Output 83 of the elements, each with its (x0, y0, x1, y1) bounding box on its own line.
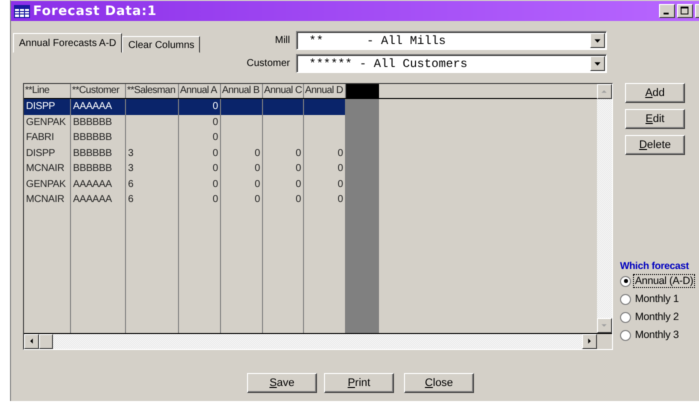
table-cell: 0 (254, 148, 260, 158)
table-row[interactable]: FABRI BBBBBB 0 (24, 130, 346, 146)
scroll-thumb[interactable] (39, 334, 53, 349)
table-cell: 0 (254, 194, 260, 205)
print-button[interactable]: Print (324, 373, 394, 393)
table-cell: DISPP (26, 101, 56, 112)
table-cell: BBBBBB (73, 132, 112, 143)
table-row[interactable]: GENPAK AAAAAA 6 0 0 0 0 (24, 176, 346, 192)
radio-button[interactable] (620, 294, 631, 304)
table-cell: 0 (338, 194, 343, 205)
table-cell: 6 (128, 178, 134, 190)
maximize-icon[interactable] (677, 4, 693, 18)
scroll-right-icon[interactable] (582, 334, 597, 349)
add-button[interactable]: Add (625, 83, 685, 103)
table-cell: 0 (296, 148, 301, 158)
table-row[interactable]: MCNAIR AAAAAA 6 0 0 0 0 (24, 192, 346, 208)
table-cell: 0 (212, 148, 218, 158)
column-header[interactable]: Annual A (179, 84, 221, 98)
table-cell: 0 (338, 148, 343, 158)
table-cell: BBBBBB (73, 116, 112, 128)
table-cell: 0 (254, 178, 260, 190)
table-icon (14, 4, 30, 18)
table-cell: 6 (128, 194, 134, 205)
table-cell: 3 (128, 148, 134, 158)
table-row[interactable]: DISPP AAAAAA 0 (24, 99, 346, 114)
table-cell: GENPAK (26, 116, 66, 128)
horizontal-scrollbar[interactable] (24, 334, 597, 349)
minimize-icon[interactable] (659, 4, 675, 18)
table-cell: AAAAAA (73, 101, 112, 112)
table-cell: 0 (212, 194, 218, 205)
customer-dropdown[interactable]: ****** - All Customers (296, 54, 607, 73)
table-cell: DISPP (26, 148, 56, 158)
delete-button[interactable]: Delete (625, 135, 685, 155)
table-row[interactable]: DISPP BBBBBB 3 0 0 0 0 (24, 146, 346, 161)
radio-label[interactable]: Monthly 3 (633, 328, 681, 342)
radio-button[interactable] (620, 276, 631, 286)
table-cell: 0 (296, 178, 301, 190)
table-cell: BBBBBB (73, 148, 112, 158)
filter-label: Mill (275, 35, 290, 46)
table-cell: 0 (212, 116, 218, 128)
table-cell: AAAAAA (73, 178, 112, 190)
close-button[interactable]: Close (404, 373, 474, 393)
table-cell: 0 (296, 194, 301, 205)
scroll-up-icon[interactable] (597, 84, 612, 99)
column-header[interactable]: Annual D (304, 84, 346, 98)
table-cell: 0 (212, 163, 218, 174)
table-cell: 0 (212, 132, 218, 143)
window-title: Forecast Data:1 (33, 4, 158, 18)
radio-label[interactable]: Monthly 2 (633, 310, 681, 324)
table-cell: 3 (128, 163, 134, 174)
column-header[interactable]: **Salesman (126, 84, 179, 98)
table-row[interactable]: MCNAIR BBBBBB 3 0 0 0 0 (24, 161, 346, 176)
column-header[interactable]: **Line (24, 84, 71, 98)
table-cell: GENPAK (26, 178, 66, 190)
table-cell: 0 (212, 101, 218, 112)
table-cell: 0 (212, 178, 218, 190)
radio-label[interactable]: Annual (A-D) (633, 274, 696, 288)
column-header[interactable]: Annual B (221, 84, 263, 98)
mill-dropdown[interactable]: ** - All Mills (296, 31, 607, 50)
table-cell: 0 (338, 163, 343, 174)
radio-button[interactable] (620, 330, 631, 340)
group-title: Which forecast (620, 261, 690, 272)
table-cell: 0 (296, 163, 301, 174)
table-row[interactable]: GENPAK BBBBBB 0 (24, 114, 346, 130)
table-cell: BBBBBB (73, 163, 112, 174)
edit-button[interactable]: Edit (625, 109, 685, 129)
tab[interactable]: Clear Columns (122, 36, 200, 53)
tab[interactable]: Annual Forecasts A-D (13, 33, 122, 53)
table-cell: FABRI (26, 132, 54, 143)
filter-label: Customer (246, 58, 290, 69)
save-button[interactable]: Save (247, 373, 317, 393)
table-cell: AAAAAA (73, 194, 112, 205)
table-cell: MCNAIR (26, 163, 64, 174)
scroll-left-icon[interactable] (24, 334, 39, 349)
vertical-scrollbar[interactable] (597, 84, 612, 333)
table-cell: MCNAIR (26, 194, 64, 205)
radio-button[interactable] (620, 312, 631, 322)
column-header[interactable]: **Customer (71, 84, 126, 98)
scroll-down-icon[interactable] (597, 318, 612, 333)
radio-label[interactable]: Monthly 1 (633, 292, 681, 306)
table-cell: 0 (338, 178, 343, 190)
column-header[interactable]: Annual C (263, 84, 304, 98)
table-cell: 0 (254, 163, 260, 174)
